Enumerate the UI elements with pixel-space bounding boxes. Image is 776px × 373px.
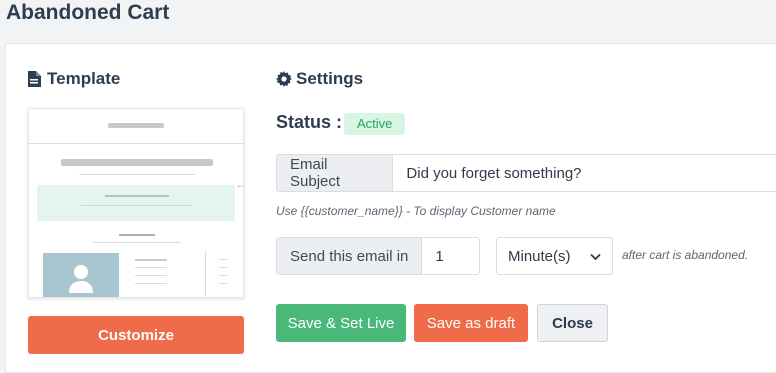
template-heading: Template: [27, 69, 120, 89]
chevron-down-icon: [590, 248, 601, 265]
preview-product-image: [43, 253, 119, 297]
preview-short-subline: [93, 242, 181, 243]
save-and-set-live-button[interactable]: Save & Set Live: [276, 304, 406, 342]
delay-unit-select[interactable]: Minute(s): [496, 237, 613, 275]
preview-row-line: [135, 267, 167, 268]
preview-row-line: [219, 259, 227, 260]
preview-highlight-band: [37, 185, 235, 221]
preview-row-line: [219, 283, 227, 284]
gear-icon: [276, 71, 292, 87]
status-label: Status :: [276, 112, 343, 132]
template-preview[interactable]: ←: [28, 108, 244, 298]
preview-row-line: [219, 275, 227, 276]
customize-button[interactable]: Customize: [28, 316, 244, 354]
status-badge: Active: [344, 113, 406, 135]
delay-unit-value: Minute(s): [508, 247, 571, 265]
preview-divider: [29, 143, 243, 144]
preview-row-line: [219, 267, 227, 268]
settings-card: Template ← Customize Settings Status : A…: [5, 43, 776, 373]
settings-heading-label: Settings: [296, 69, 364, 88]
file-text-icon: [27, 71, 43, 87]
save-as-draft-button[interactable]: Save as draft: [414, 304, 528, 342]
send-delay-group: Send this email in: [276, 237, 481, 275]
after-cart-text: after cart is abandoned.: [622, 248, 749, 262]
preview-subline: [79, 174, 195, 175]
close-button[interactable]: Close: [537, 304, 608, 342]
preview-row-line: [135, 259, 167, 261]
arrow-left-icon: ←: [235, 177, 243, 191]
preview-row-line: [135, 275, 167, 276]
settings-heading: Settings: [276, 69, 363, 89]
preview-short-line: [119, 234, 155, 236]
preview-headline-bar: [61, 159, 213, 166]
template-heading-label: Template: [47, 69, 121, 88]
email-subject-group: Email Subject: [276, 154, 776, 192]
page-title: Abandoned Cart: [6, 1, 170, 24]
preview-band-subline: [81, 205, 193, 206]
preview-logo-bar: [108, 123, 164, 128]
subject-hint: Use {{customer_name}} - To display Custo…: [276, 204, 556, 218]
send-delay-input[interactable]: [422, 237, 481, 275]
preview-band-line: [105, 195, 169, 197]
send-delay-label: Send this email in: [276, 237, 423, 275]
email-subject-label: Email Subject: [276, 154, 394, 192]
email-subject-input[interactable]: [393, 154, 776, 192]
preview-row-line: [135, 283, 167, 284]
preview-column-divider: [205, 251, 206, 297]
